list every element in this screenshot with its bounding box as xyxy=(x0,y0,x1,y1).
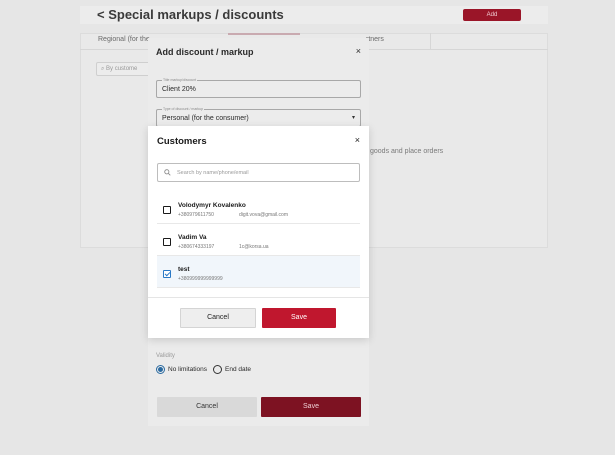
active-tab-indicator xyxy=(228,33,300,35)
list-item[interactable]: test +380999999999999 xyxy=(157,256,360,288)
customer-phone: +380674333197 xyxy=(178,244,215,250)
cancel-button[interactable]: Cancel xyxy=(157,397,257,417)
background-search-placeholder: By custome xyxy=(106,66,138,72)
validity-label: Validity xyxy=(156,353,175,359)
back-link[interactable]: < Special markups / discounts xyxy=(97,7,284,22)
dialog-divider xyxy=(148,297,369,298)
save-button[interactable]: Save xyxy=(261,397,361,417)
customer-name: Vadim Va xyxy=(178,234,207,241)
type-select[interactable]: Type of discount / markup Personal (for … xyxy=(156,107,361,127)
customer-name: Volodymyr Kovalenko xyxy=(178,202,246,209)
close-icon[interactable]: × xyxy=(355,135,360,145)
close-icon[interactable]: × xyxy=(356,46,361,56)
customer-email: digit.vova@gmail.com xyxy=(239,212,288,218)
radio-no-limitations[interactable] xyxy=(156,365,165,374)
chevron-down-icon: ▾ xyxy=(351,115,355,121)
title-field[interactable]: Title markup/discount Client 20% xyxy=(156,78,361,98)
radio-no-limitations-label: No limitations xyxy=(168,366,208,373)
list-item[interactable]: Vadim Va +380674333197 1c@korsa.ua xyxy=(157,224,360,256)
dialog-title: Customers xyxy=(157,136,207,147)
save-button[interactable]: Save xyxy=(262,308,336,328)
customer-email: 1c@korsa.ua xyxy=(239,244,269,250)
background-search-input[interactable]: ⌕ By custome xyxy=(96,62,156,76)
customer-name: test xyxy=(178,266,190,273)
add-button[interactable]: Add xyxy=(463,9,521,21)
tab-regional[interactable]: Regional (for the xyxy=(98,36,150,43)
customer-list: Volodymyr Kovalenko +380979611750 digit.… xyxy=(157,192,360,288)
customer-phone: +380979611750 xyxy=(178,212,214,218)
search-icon xyxy=(164,169,171,176)
radio-end-date[interactable] xyxy=(213,365,223,374)
customers-dialog: Customers × Volodymyr Kovalenko +3809796… xyxy=(148,126,369,338)
dialog-title: Add discount / markup xyxy=(156,47,254,57)
customer-search xyxy=(157,163,360,182)
validity-radio-group: No limitations End date xyxy=(156,365,257,374)
type-select-label: Type of discount / markup xyxy=(162,107,205,111)
customer-phone: +380999999999999 xyxy=(178,276,223,282)
checkbox-checked[interactable] xyxy=(163,270,171,278)
title-field-value: Client 20% xyxy=(162,86,196,93)
radio-end-date-label: End date xyxy=(225,366,252,373)
checkbox[interactable] xyxy=(163,238,171,246)
title-field-label: Title markup/discount xyxy=(162,78,198,82)
chevron-left-icon: < xyxy=(97,7,105,22)
type-select-value: Personal (for the consumer) xyxy=(162,115,249,122)
tab-divider xyxy=(430,33,431,50)
customer-search-input[interactable] xyxy=(177,169,347,176)
empty-state-hint: goods and place orders xyxy=(370,148,444,155)
page-title: Special markups / discounts xyxy=(108,7,284,22)
list-item[interactable]: Volodymyr Kovalenko +380979611750 digit.… xyxy=(157,192,360,224)
cancel-button[interactable]: Cancel xyxy=(180,308,256,328)
checkbox[interactable] xyxy=(163,206,171,214)
